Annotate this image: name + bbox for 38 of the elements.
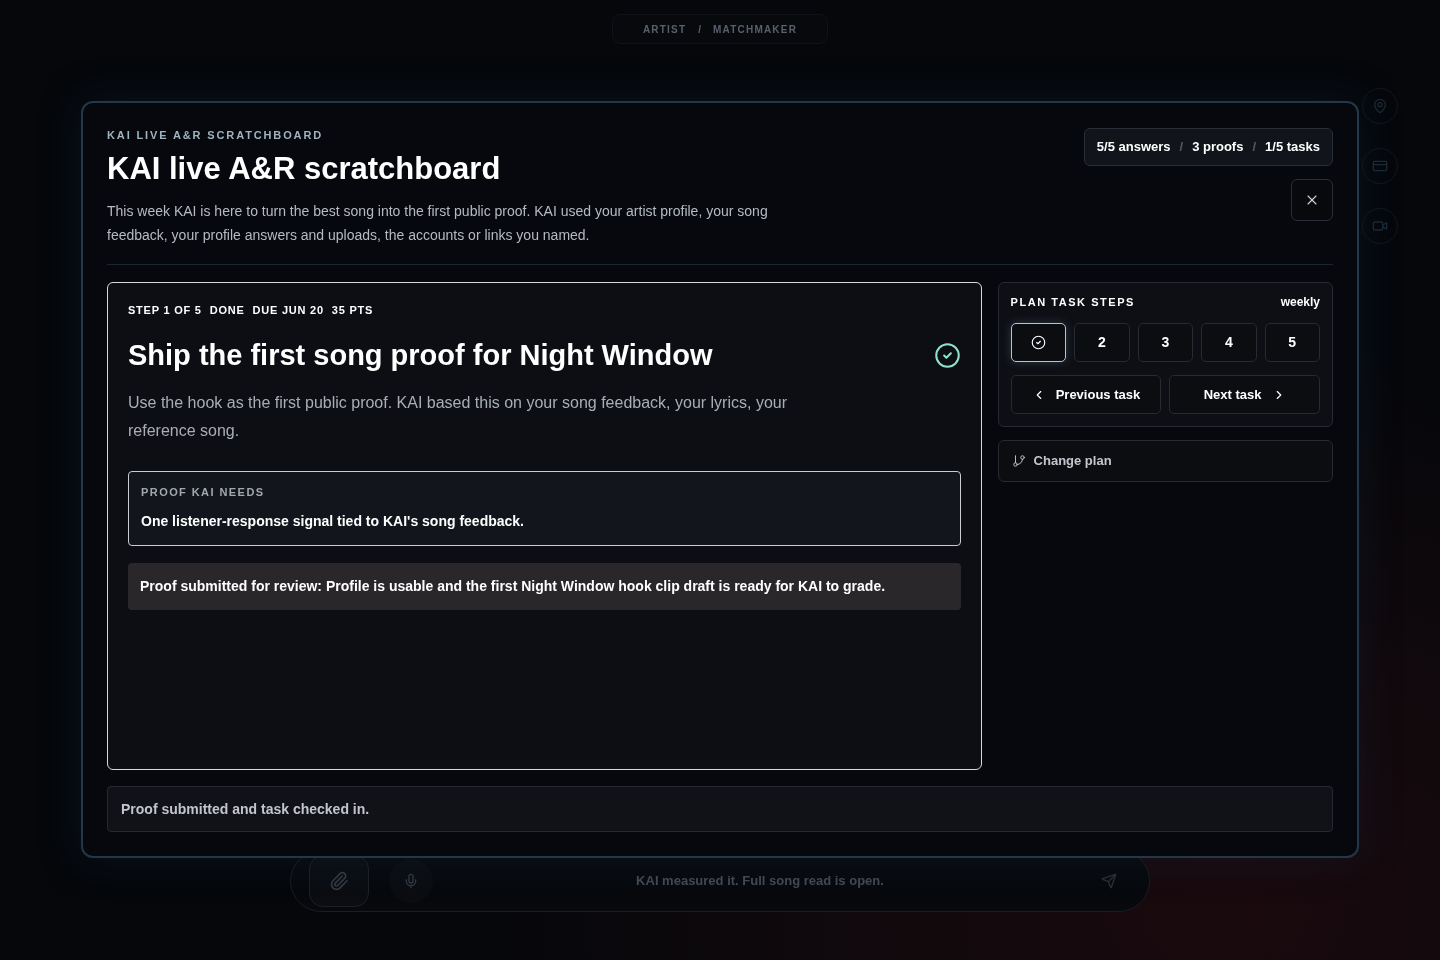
- task-description: Use the hook as the first public proof. KAI based this on your song feedback, your lyrics, your reference song.: [128, 393, 788, 442]
- submission-note: Proof submitted for review: Profile is usable and the first Night Window hook clip draft is ready for KAI to grade.: [128, 563, 961, 611]
- modal-title: KAI live A&R scratchboard: [107, 150, 502, 188]
- check-icon: [1030, 335, 1046, 351]
- step-button[interactable]: [1010, 323, 1067, 363]
- breadcrumb-separator: /: [698, 22, 702, 37]
- mic-icon: [403, 873, 419, 889]
- mic-button[interactable]: [389, 859, 433, 903]
- stat-text: 3 proofs: [1192, 138, 1244, 157]
- task-title: Ship the first song proof for Night Window: [128, 338, 713, 374]
- step-button[interactable]: 4: [1201, 323, 1257, 363]
- step-button[interactable]: 2: [1074, 323, 1130, 363]
- previous-task-button[interactable]: Previous task: [1010, 375, 1162, 415]
- step-button[interactable]: 5: [1264, 323, 1320, 363]
- stat-text: 1/5 tasks: [1265, 138, 1320, 157]
- next-task-button[interactable]: Next task: [1169, 375, 1320, 415]
- composer-text: KAI measured it. Full song read is open.: [635, 872, 885, 891]
- stat-text: 5/5 answers: [1096, 138, 1171, 157]
- plan-title: PLAN TASK STEPS: [1010, 295, 1135, 311]
- close-button[interactable]: [1291, 179, 1333, 221]
- plan-cadence: weekly: [1280, 294, 1320, 311]
- branch-icon: [1011, 454, 1026, 469]
- modal-description: This week KAI is here to turn the best song into the first public proof. KAI used your artist profile, your song feedback, your profile answers and uploads, the accounts or links you named.: [107, 202, 769, 245]
- task-meta-label: DONE: [209, 303, 245, 319]
- task-meta-label: STEP 1 OF 5: [128, 303, 202, 319]
- task-meta-label: 35 PTS: [331, 303, 374, 319]
- stat-separator: /: [1252, 138, 1257, 157]
- status-bar: Proof submitted and task checked in.: [107, 786, 1333, 832]
- change-plan-button[interactable]: Change plan: [997, 440, 1333, 483]
- step-button[interactable]: 3: [1137, 323, 1194, 363]
- send-icon: [1101, 873, 1117, 889]
- paperclip-icon: [329, 871, 349, 891]
- stat-separator: /: [1179, 138, 1184, 157]
- task-meta-label: DUE JUN 20: [252, 303, 324, 319]
- proof-needed-label: PROOF KAI NEEDS: [141, 485, 266, 501]
- eyebrow-label: KAI LIVE A&R SCRATCHBOARD: [107, 128, 325, 143]
- attach-button[interactable]: [309, 855, 369, 907]
- proof-needed-text: One listener-response signal tied to KAI's song feedback.: [141, 512, 525, 532]
